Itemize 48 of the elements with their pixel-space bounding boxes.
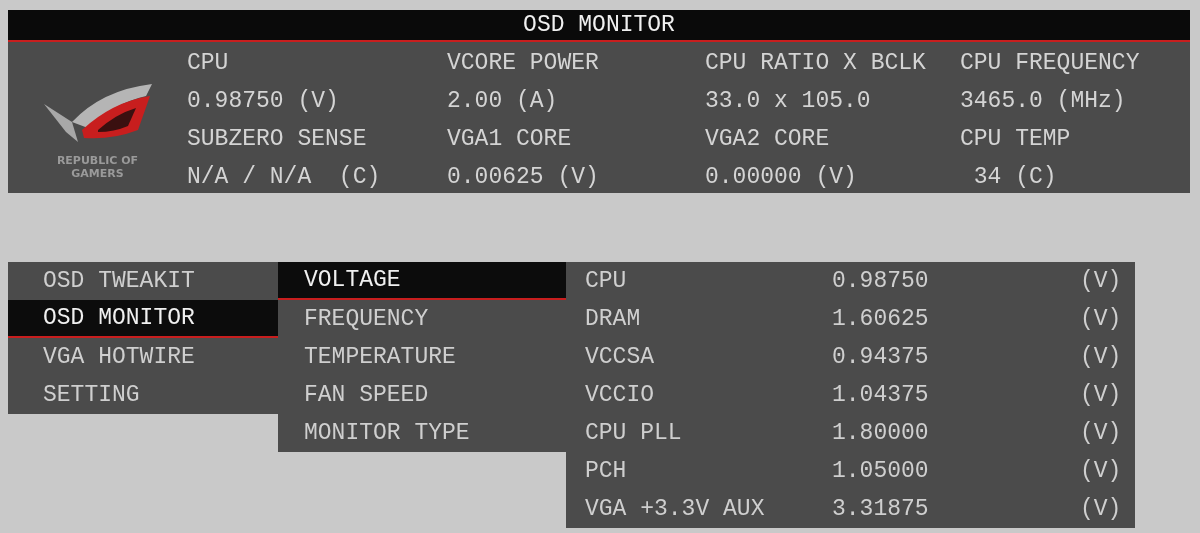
menu-item[interactable]: FREQUENCY <box>278 300 566 338</box>
sensor-value: 1.80000 <box>832 418 930 448</box>
reading-label: VCORE POWER <box>447 48 600 78</box>
sensor-value: 1.05000 <box>832 456 930 486</box>
sensor-name: CPU <box>585 266 628 296</box>
reading-value: 0.98750 (V) <box>187 86 340 116</box>
reading-value: 2.00 (A) <box>447 86 559 116</box>
reading-value: 0.00625 (V) <box>447 162 600 192</box>
reading-value: 0.00000 (V) <box>705 162 858 192</box>
sensor-value: 0.94375 <box>832 342 930 372</box>
reading-label: VGA2 CORE <box>705 124 831 154</box>
unit-label: (V) <box>1080 494 1122 524</box>
menu-item[interactable]: OSD TWEAKIT <box>8 262 278 300</box>
reading-label: CPU TEMP <box>960 124 1072 154</box>
reading-label: VGA1 CORE <box>447 124 573 154</box>
window-title: OSD MONITOR <box>523 10 675 40</box>
reading-label: SUBZERO SENSE <box>187 124 368 154</box>
unit-label: (V) <box>1080 418 1122 448</box>
unit-label: (V) <box>1080 456 1122 486</box>
unit-label: (V) <box>1080 304 1122 334</box>
reading-value: 34 (C) <box>972 162 1058 192</box>
reading-value: 33.0 x 105.0 <box>705 86 872 116</box>
sensor-value: 3.31875 <box>832 494 930 524</box>
menu-item[interactable]: TEMPERATURE <box>278 338 566 376</box>
menu-item[interactable]: OSD MONITOR <box>8 300 278 338</box>
unit-label: (V) <box>1080 342 1122 372</box>
sensor-name: VGA +3.3V AUX <box>585 494 766 524</box>
sensor-value: 1.04375 <box>832 380 930 410</box>
sensor-value: 1.60625 <box>832 304 930 334</box>
reading-value: N/A / N/A (C) <box>187 162 382 192</box>
sensor-name: DRAM <box>585 304 642 334</box>
reading-label: CPU <box>187 48 230 78</box>
sensor-value: 0.98750 <box>832 266 930 296</box>
sensor-name: VCCSA <box>585 342 655 372</box>
brand-text: REPUBLIC OF GAMERS <box>56 154 139 180</box>
sensor-name: VCCIO <box>585 380 655 410</box>
reading-label: CPU RATIO X BCLK <box>705 48 927 78</box>
menu-item[interactable]: SETTING <box>8 376 278 414</box>
reading-value: 3465.0 (MHz) <box>960 86 1127 116</box>
sensor-name: PCH <box>585 456 628 486</box>
menu-item[interactable]: VGA HOTWIRE <box>8 338 278 376</box>
unit-label: (V) <box>1080 266 1122 296</box>
reading-label: CPU FREQUENCY <box>960 48 1141 78</box>
menu-item[interactable]: FAN SPEED <box>278 376 566 414</box>
sensor-name: CPU PLL <box>585 418 683 448</box>
unit-label: (V) <box>1080 380 1122 410</box>
menu-item[interactable]: MONITOR TYPE <box>278 414 566 452</box>
menu-item[interactable]: VOLTAGE <box>278 262 566 300</box>
